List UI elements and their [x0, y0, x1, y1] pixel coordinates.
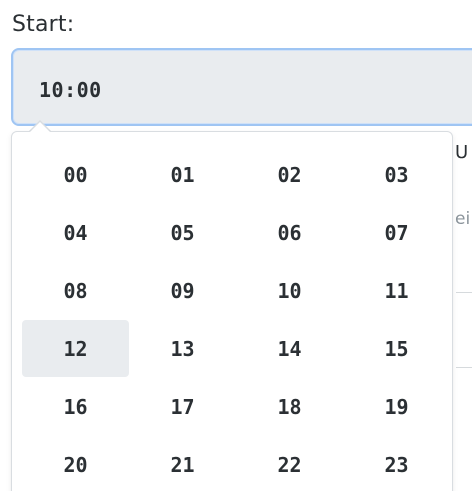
hour-option-12-selected[interactable]: 12 [22, 320, 129, 377]
hour-grid: 00 01 02 03 04 05 06 07 08 09 10 11 12 1… [22, 146, 450, 491]
hour-option-06[interactable]: 06 [236, 204, 343, 261]
hour-option-23[interactable]: 23 [343, 436, 450, 491]
hour-option-11[interactable]: 11 [343, 262, 450, 319]
hour-option-16[interactable]: 16 [22, 378, 129, 435]
hour-picker-dropdown: 00 01 02 03 04 05 06 07 08 09 10 11 12 1… [11, 131, 453, 491]
hour-option-04[interactable]: 04 [22, 204, 129, 261]
hour-option-15[interactable]: 15 [343, 320, 450, 377]
dropdown-caret-fill [30, 122, 50, 132]
background-text-u: U [455, 142, 469, 163]
hour-option-07[interactable]: 07 [343, 204, 450, 261]
hour-option-09[interactable]: 09 [129, 262, 236, 319]
hour-option-20[interactable]: 20 [22, 436, 129, 491]
hour-option-13[interactable]: 13 [129, 320, 236, 377]
hour-option-22[interactable]: 22 [236, 436, 343, 491]
hour-option-01[interactable]: 01 [129, 146, 236, 203]
hour-option-14[interactable]: 14 [236, 320, 343, 377]
background-divider [456, 292, 472, 293]
hour-option-08[interactable]: 08 [22, 262, 129, 319]
background-divider [456, 367, 472, 368]
hour-option-00[interactable]: 00 [22, 146, 129, 203]
background-text-ei: ei [455, 209, 471, 229]
hour-option-19[interactable]: 19 [343, 378, 450, 435]
hour-option-10[interactable]: 10 [236, 262, 343, 319]
hour-option-05[interactable]: 05 [129, 204, 236, 261]
start-label: Start: [12, 12, 75, 37]
hour-option-03[interactable]: 03 [343, 146, 450, 203]
hour-option-18[interactable]: 18 [236, 378, 343, 435]
hour-option-21[interactable]: 21 [129, 436, 236, 491]
hour-option-02[interactable]: 02 [236, 146, 343, 203]
hour-option-17[interactable]: 17 [129, 378, 236, 435]
time-picker-screen: Start: 10:00 U ei 00 01 02 03 04 05 06 0… [0, 0, 472, 491]
start-time-input[interactable]: 10:00 [11, 48, 472, 126]
start-time-value: 10:00 [39, 78, 102, 102]
